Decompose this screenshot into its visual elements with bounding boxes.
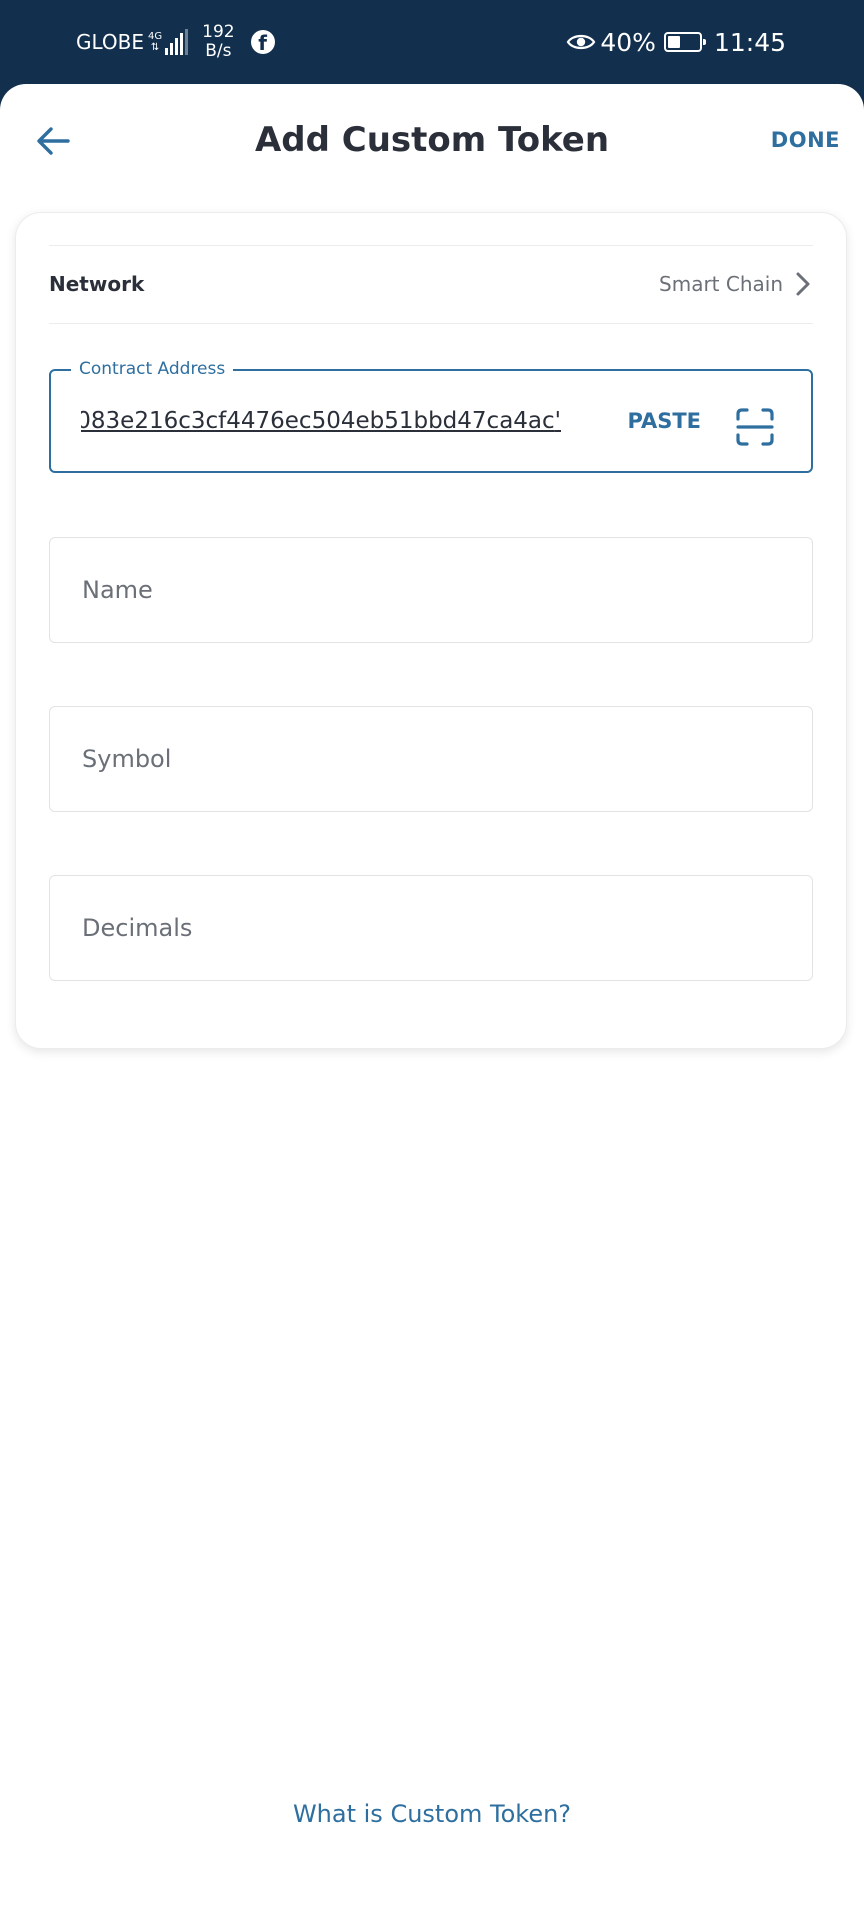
chevron-right-icon: [796, 272, 810, 296]
contract-address-label: Contract Address: [71, 358, 234, 380]
paste-button[interactable]: PASTE: [627, 409, 701, 433]
network-value-group: Smart Chain: [659, 271, 813, 297]
name-input[interactable]: [82, 568, 762, 612]
signal-strength-icon: [165, 29, 189, 55]
eye-icon: [567, 34, 596, 50]
qr-scan-icon[interactable]: [735, 407, 775, 447]
decimals-input[interactable]: [82, 906, 762, 950]
network-type-indicator: 4G ⇅: [148, 31, 162, 53]
name-field: [49, 537, 813, 643]
symbol-field: [49, 706, 813, 812]
battery-percent: 40%: [600, 27, 656, 57]
data-arrows-icon: ⇅: [150, 42, 160, 53]
contract-address-input[interactable]: [81, 401, 561, 441]
status-bar-left: GLOBE 4G ⇅ 192 B/s f: [76, 22, 275, 62]
symbol-input[interactable]: [82, 737, 762, 781]
network-speed: 192 B/s: [202, 23, 234, 61]
contract-address-field: Contract Address PASTE: [49, 358, 813, 473]
divider: [49, 323, 813, 324]
network-speed-unit: B/s: [205, 41, 232, 61]
network-speed-value: 192: [202, 22, 235, 42]
divider: [49, 245, 813, 246]
facebook-icon: f: [250, 30, 275, 54]
add-custom-token-screen: Add Custom Token DONE Network Smart Chai…: [0, 84, 864, 1920]
network-selector[interactable]: Network Smart Chain: [49, 249, 813, 319]
page-title: Add Custom Token: [254, 120, 610, 160]
clock: 11:45: [713, 27, 786, 57]
done-button[interactable]: DONE: [771, 128, 840, 152]
what-is-custom-token-link[interactable]: What is Custom Token?: [0, 1800, 864, 1828]
network-label: Network: [49, 272, 145, 296]
status-bar: GLOBE 4G ⇅ 192 B/s f 40% 11:45: [0, 0, 864, 84]
battery-icon: [663, 32, 706, 52]
network-type-label: 4G: [148, 31, 163, 42]
header: Add Custom Token DONE: [0, 84, 864, 200]
token-form-card: Network Smart Chain Contract Address PAS…: [15, 212, 847, 1049]
status-bar-right: 40% 11:45: [566, 22, 786, 62]
network-value: Smart Chain: [659, 272, 783, 296]
carrier-name: GLOBE: [76, 30, 145, 54]
decimals-field: [49, 875, 813, 981]
